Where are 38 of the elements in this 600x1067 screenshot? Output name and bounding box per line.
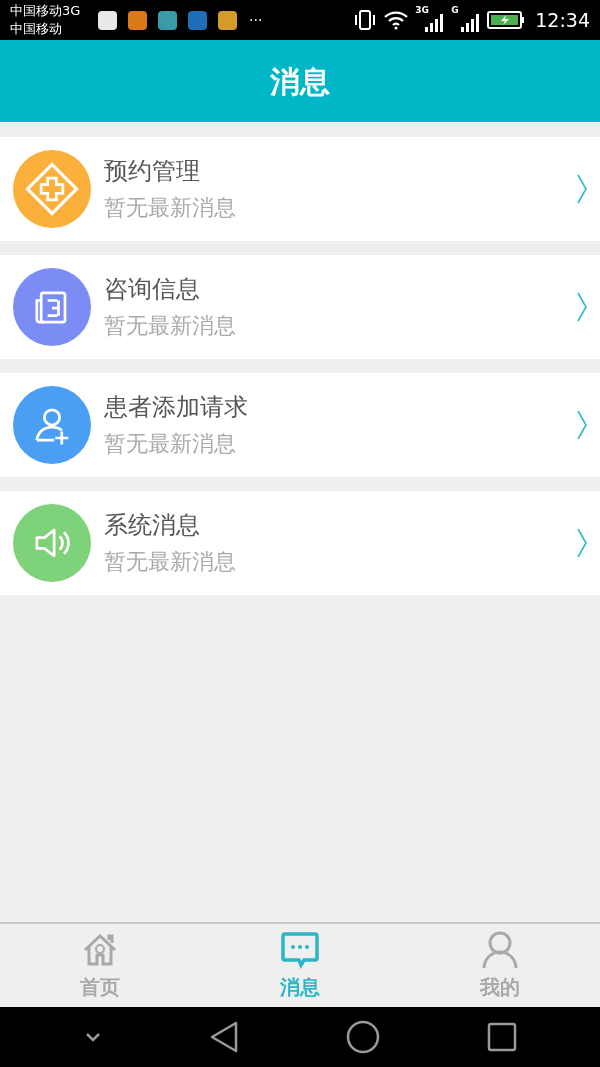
app-notification-icon (158, 10, 177, 30)
message-title: 预约管理 (104, 156, 201, 186)
app-notification-icon (188, 10, 207, 30)
signal-icon (461, 14, 482, 32)
message-row[interactable]: 咨询信息 暂无最新消息 (0, 255, 600, 359)
chevron-right-icon (576, 291, 588, 323)
message-subtitle: 暂无最新消息 (104, 430, 237, 458)
message-row[interactable]: 预约管理 暂无最新消息 (0, 137, 600, 241)
message-title: 患者添加请求 (104, 392, 249, 422)
message-title: 系统消息 (104, 510, 201, 540)
message-subtitle: 暂无最新消息 (104, 312, 237, 340)
chat-bubble-icon (279, 929, 321, 970)
signal-icon (425, 14, 446, 32)
chevron-right-icon (576, 173, 588, 205)
app-notification-icon (218, 10, 237, 30)
message-title: 咨询信息 (104, 274, 201, 304)
network-type: 3G (415, 6, 429, 15)
chevron-right-icon (576, 409, 588, 441)
more-notifications: ··· (249, 10, 263, 30)
message-row[interactable]: 系统消息 暂无最新消息 (0, 491, 600, 595)
app-notification-icon (128, 10, 147, 30)
message-subtitle: 暂无最新消息 (104, 548, 237, 576)
back-icon[interactable] (208, 1020, 239, 1054)
battery-charging-icon (487, 11, 526, 29)
message-subtitle: 暂无最新消息 (104, 194, 237, 222)
home-icon[interactable] (345, 1020, 380, 1054)
app-notification-icon (98, 10, 117, 30)
network-type: G (451, 6, 459, 15)
wifi-icon (383, 10, 410, 30)
message-row[interactable]: 患者添加请求 暂无最新消息 (0, 373, 600, 477)
recents-icon[interactable] (486, 1022, 517, 1052)
vibrate-icon (353, 10, 378, 30)
carrier-name: 中国移动 (10, 20, 63, 38)
chevron-right-icon (576, 527, 588, 559)
page-title: 消息 (270, 62, 330, 101)
carrier-name: 中国移动3G (10, 2, 82, 20)
collapse-icon[interactable] (83, 1032, 102, 1042)
clock: 12:34 (535, 7, 590, 33)
